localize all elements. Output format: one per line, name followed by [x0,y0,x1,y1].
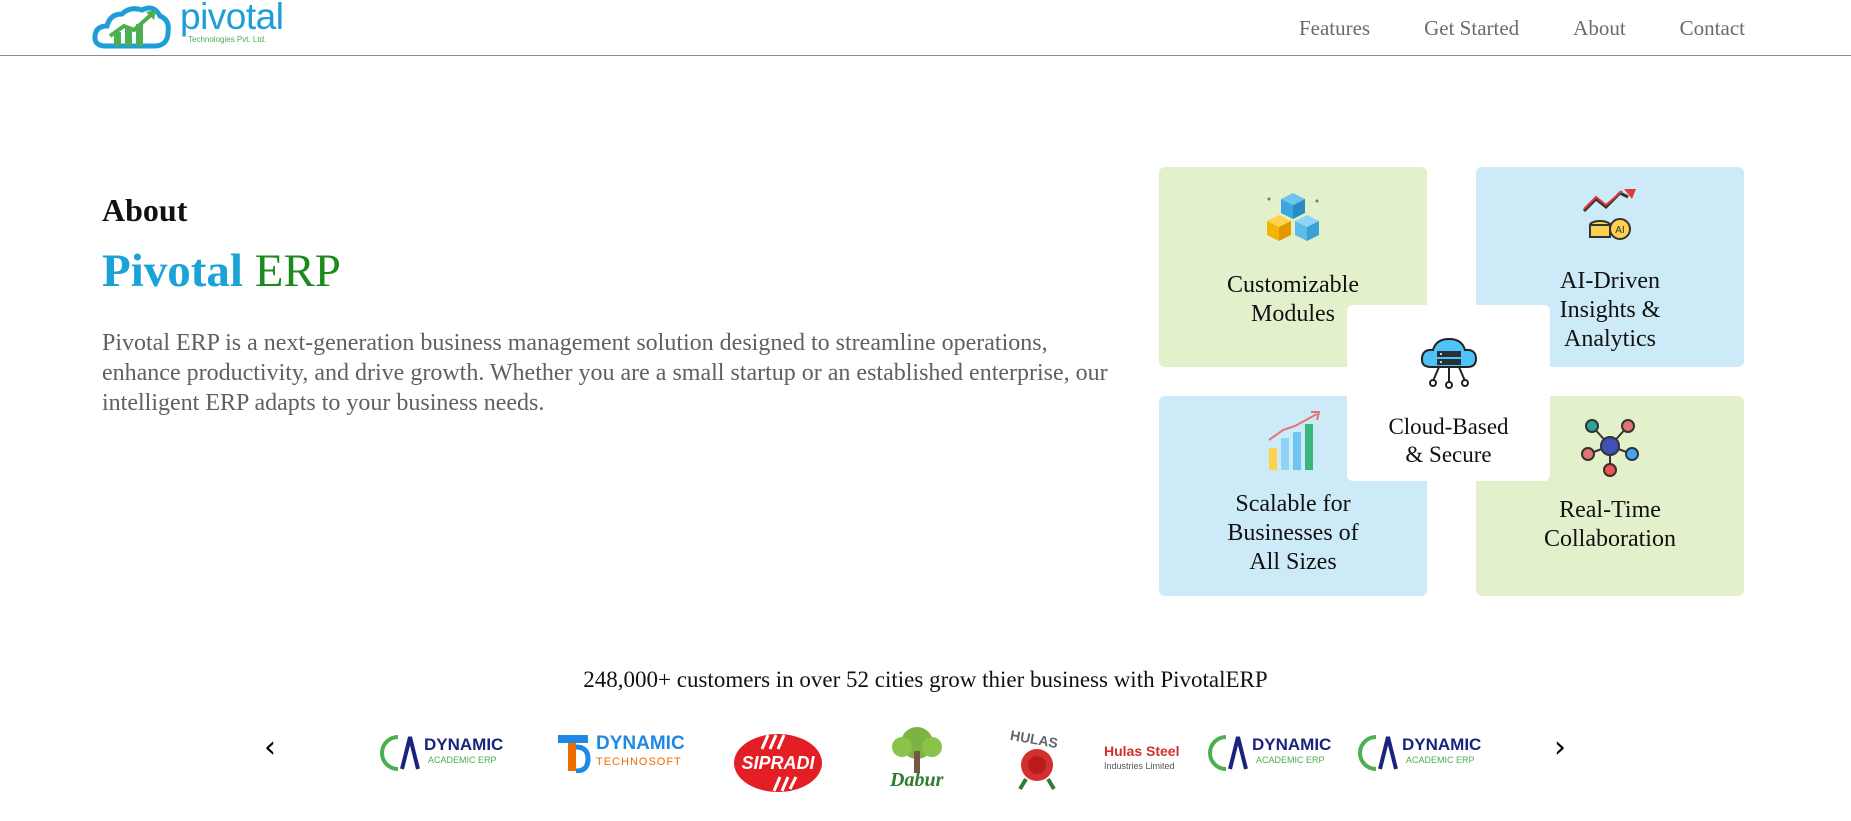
pivotal-logo[interactable]: pivotal Technologies Pvt. Ltd. [92,0,292,52]
ai-analytics-icon: AI [1582,189,1636,240]
nav-contact-link[interactable]: Contact [1680,14,1745,42]
logo-subtitle: Technologies Pvt. Ltd. [188,35,267,44]
cloud-label-2: & Secure [1405,442,1492,467]
realtime-label-1: Real-Time [1559,497,1661,523]
cloud-chart-logo-icon [92,5,171,49]
brand-4-name: Dabur [890,769,944,791]
scalable-label-3: All Sizes [1249,549,1337,575]
brand-logo-hulas-steel[interactable]: Hulas Steel Industries Limited [1104,725,1194,795]
brand-2-line2: TECHNOSOFT [596,756,682,768]
customer-logo-carousel: DYNAMIC ACADEMIC ERP DYNAMIC TECHNOSOFT … [370,725,1490,821]
dynamic-mark-icon [1358,735,1398,771]
main-nav: Features Get Started About Contact [1245,14,1745,42]
about-heading: About [102,192,188,228]
customizable-label-1: Customizable [1227,272,1359,298]
brand-logo-sipradi[interactable]: SIPRADI [732,725,828,795]
title-pivotal: Pivotal [102,245,243,297]
brand-2-line1: DYNAMIC [596,733,685,754]
brand-3-name: SIPRADI [741,753,815,773]
technosoft-mark-icon [558,735,591,773]
brand-logo-dynamic-academic[interactable]: DYNAMIC ACADEMIC ERP [380,725,520,795]
team-network-icon [1581,419,1639,477]
brand-7-line1: DYNAMIC [1252,735,1332,754]
brand-6-line1: Hulas Steel [1104,743,1180,759]
customers-summary: 248,000+ customers in over 52 cities gro… [583,667,1268,692]
realtime-label-2: Collaboration [1544,526,1676,552]
brand-6-line2: Industries Limited [1104,761,1175,771]
logo-wordmark: pivotal [180,0,284,37]
dabur-tree-icon [892,727,942,773]
carousel-prev-button[interactable]: ‹ [258,733,282,763]
brand-logo-dabur[interactable]: Dabur [880,725,960,795]
cloud-label-1: Cloud-Based [1388,414,1509,439]
chevron-right-icon: › [1554,730,1566,765]
brand-1-line2: ACADEMIC ERP [428,755,497,765]
ai-label-1: AI-Driven [1560,268,1660,294]
cubes-icon [1267,193,1319,241]
site-header: pivotal Technologies Pvt. Ltd. Features … [0,0,1851,56]
nav-get-started-link[interactable]: Get Started [1424,14,1519,42]
about-description: Pivotal ERP is a next-generation busines… [102,330,1108,416]
brand-logo-dynamic-academic-3[interactable]: DYNAMIC ACADEMIC ERP [1358,725,1488,795]
brand-1-line1: DYNAMIC [424,735,504,754]
svg-text:AI: AI [1615,225,1625,236]
brand-7-line2: ACADEMIC ERP [1256,755,1325,765]
nav-about-link[interactable]: About [1573,14,1626,42]
brand-8-line1: DYNAMIC [1402,735,1482,754]
brand-logo-dynamic-academic-2[interactable]: DYNAMIC ACADEMIC ERP [1208,725,1348,795]
cloud-server-icon [1420,337,1478,389]
dynamic-mark-icon [1208,735,1248,771]
nav-features-link[interactable]: Features [1299,14,1370,42]
brand-logo-hulas[interactable]: HULAS [1006,725,1076,795]
brand-logo-dynamic-technosoft[interactable]: DYNAMIC TECHNOSOFT [556,725,686,795]
scalable-label-2: Businesses of [1227,520,1359,546]
carousel-next-button[interactable]: › [1548,733,1572,763]
title-erp: ERP [254,245,341,297]
dynamic-mark-icon [380,735,420,771]
chevron-left-icon: ‹ [264,730,276,765]
about-title: Pivotal ERP [102,244,341,298]
brand-8-line2: ACADEMIC ERP [1406,755,1475,765]
feature-card-cloud: Cloud-Based & Secure [1347,305,1550,481]
growth-chart-icon [1268,411,1321,470]
hulas-rose-icon [1018,749,1056,791]
scalable-label-1: Scalable for [1235,491,1351,517]
